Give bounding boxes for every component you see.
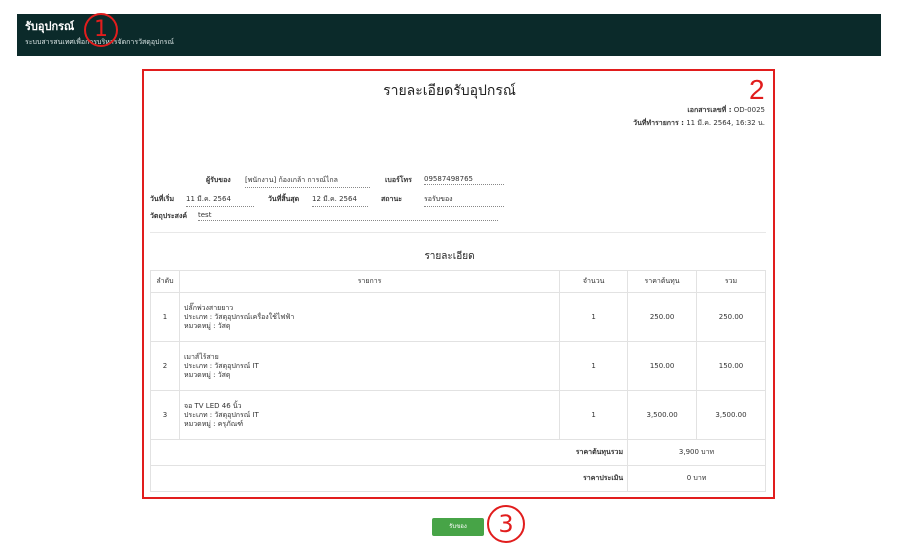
sum-cost-label: ราคาต้นทุนรวม (149, 439, 629, 466)
appraised-row: ราคาประเมิน 0 บาท (149, 465, 766, 492)
sum-cost-row: ราคาต้นทุนรวม 3,900 บาท (149, 439, 766, 466)
row-qty: 1 (559, 390, 629, 440)
start-date-value: 11 มี.ค. 2564 (186, 194, 254, 207)
item-category: หมวดหมู่ : ครุภัณฑ์ (183, 419, 244, 428)
phone-value: 09587498765 (424, 175, 504, 185)
requester-value: [พนักงาน] ก้องเกล้า การณ์ไกล (245, 175, 370, 188)
receive-button[interactable]: รับของ (432, 518, 484, 536)
items-table: ลำดับ รายการ จำนวน ราคาต้นทุน รวม 1 ปลั๊… (149, 270, 766, 492)
table-header-row: ลำดับ รายการ จำนวน ราคาต้นทุน รวม (150, 270, 766, 293)
item-type: ประเภท : วัสดุอุปกรณ์ IT (183, 410, 259, 419)
item-name: ปลั๊กพ่วงสายยาว (183, 303, 234, 312)
row-no: 1 (150, 292, 180, 342)
item-category: หมวดหมู่ : วัสดุ (183, 370, 231, 379)
table-row: 1 ปลั๊กพ่วงสายยาว ประเภท : วัสดุอุปกรณ์เ… (150, 292, 766, 342)
appraised-value: 0 บาท (627, 465, 766, 492)
row-cost: 3,500.00 (627, 390, 698, 440)
row-no: 3 (150, 390, 180, 440)
item-name: เมาส์ไร้สาย (183, 352, 219, 361)
row-total: 250.00 (696, 292, 766, 342)
column-header-cost: ราคาต้นทุน (627, 270, 698, 293)
column-header-no: ลำดับ (150, 270, 180, 293)
item-name: จอ TV LED 46 นิ้ว (183, 401, 242, 410)
app-header: รับอุปกรณ์ ระบบสารสนเทศเพื่อการบริหารจัด… (17, 14, 881, 56)
phone-label: เบอร์โทร (385, 176, 412, 184)
requester-label: ผู้รับของ (206, 176, 231, 184)
purpose-label: วัตถุประสงค์ (150, 212, 188, 220)
row-total: 150.00 (696, 341, 766, 391)
item-type: ประเภท : วัสดุอุปกรณ์ IT (183, 361, 259, 370)
item-type: ประเภท : วัสดุอุปกรณ์เครื่องใช้ไฟฟ้า (183, 312, 295, 321)
end-date-value: 12 มี.ค. 2564 (312, 194, 368, 207)
column-header-total: รวม (696, 270, 766, 293)
start-date-label: วันที่เริ่ม (150, 195, 175, 203)
column-header-item: รายการ (178, 270, 561, 293)
document-number-value: OD-0025 (733, 106, 765, 114)
divider (150, 232, 766, 233)
item-category: หมวดหมู่ : วัสดุ (183, 321, 231, 330)
row-no: 2 (150, 341, 180, 391)
row-item: ปลั๊กพ่วงสายยาว ประเภท : วัสดุอุปกรณ์เคร… (178, 292, 561, 342)
annotation-marker-3: 3 (487, 505, 525, 543)
row-total: 3,500.00 (696, 390, 766, 440)
transaction-date: วันที่ทำรายการ : 11 มี.ค. 2564, 16:32 น. (633, 118, 765, 129)
document-number-label: เอกสารเลขที่ : (687, 106, 732, 114)
purpose-value: test (198, 211, 498, 221)
sum-cost-value: 3,900 บาท (627, 439, 766, 466)
document-number: เอกสารเลขที่ : OD-0025 (687, 105, 765, 116)
status-value: รอรับของ (424, 194, 504, 207)
annotation-marker-1: 1 (84, 13, 118, 47)
table-row: 2 เมาส์ไร้สาย ประเภท : วัสดุอุปกรณ์ IT ห… (150, 341, 766, 391)
row-item: จอ TV LED 46 นิ้ว ประเภท : วัสดุอุปกรณ์ … (178, 390, 561, 440)
row-cost: 150.00 (627, 341, 698, 391)
row-qty: 1 (559, 292, 629, 342)
transaction-date-value: 11 มี.ค. 2564, 16:32 น. (686, 119, 765, 127)
detail-heading: รายละเอียด (424, 251, 475, 262)
page-title: รับอุปกรณ์ (25, 20, 75, 33)
table-row: 3 จอ TV LED 46 นิ้ว ประเภท : วัสดุอุปกรณ… (150, 390, 766, 440)
transaction-date-label: วันที่ทำรายการ : (633, 119, 684, 127)
end-date-label: วันที่สิ้นสุด (268, 195, 300, 203)
row-cost: 250.00 (627, 292, 698, 342)
column-header-qty: จำนวน (559, 270, 629, 293)
row-item: เมาส์ไร้สาย ประเภท : วัสดุอุปกรณ์ IT หมว… (178, 341, 561, 391)
document-title: รายละเอียดรับอุปกรณ์ (383, 83, 516, 99)
status-label: สถานะ (381, 195, 402, 203)
row-qty: 1 (559, 341, 629, 391)
appraised-label: ราคาประเมิน (149, 465, 629, 492)
